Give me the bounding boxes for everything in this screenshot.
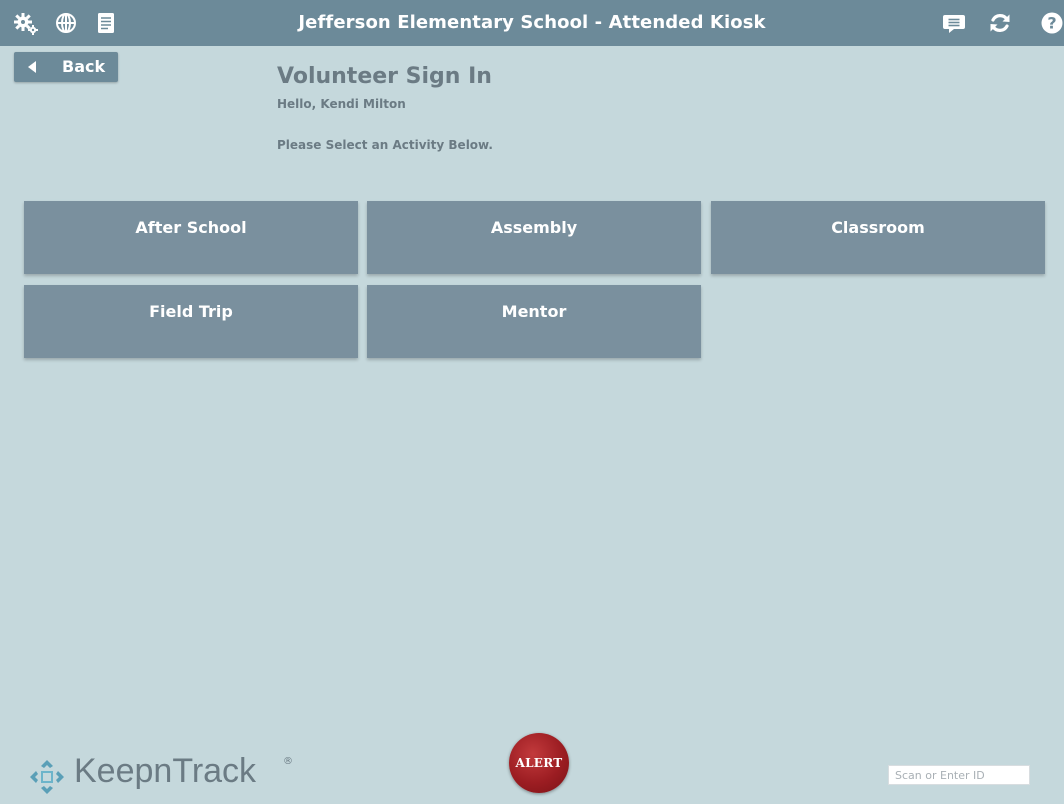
help-icon[interactable]: ? — [1038, 9, 1064, 37]
svg-text:?: ? — [1047, 14, 1056, 33]
logo-text: KeepnTrack — [74, 752, 257, 790]
activity-tile-label: After School — [135, 218, 247, 237]
activity-tile-label: Mentor — [501, 302, 567, 321]
alert-button[interactable]: ALERT — [509, 733, 569, 793]
scan-id-input[interactable] — [888, 765, 1030, 785]
back-arrow-icon — [28, 61, 36, 73]
logo-trademark: ® — [283, 756, 293, 767]
greeting-text: Hello, Kendi Milton — [277, 97, 406, 111]
activity-tile-assembly[interactable]: Assembly — [367, 201, 701, 274]
activity-tile-mentor[interactable]: Mentor — [367, 285, 701, 358]
page-header-title: Jefferson Elementary School - Attended K… — [298, 12, 766, 33]
activity-tile-label: Field Trip — [149, 302, 233, 321]
activity-tile-field-trip[interactable]: Field Trip — [24, 285, 358, 358]
page-title: Volunteer Sign In — [277, 64, 492, 89]
refresh-icon[interactable] — [986, 9, 1014, 37]
top-bar: Jefferson Elementary School - Attended K… — [0, 0, 1064, 46]
activity-tile-after-school[interactable]: After School — [24, 201, 358, 274]
message-icon[interactable] — [940, 9, 968, 37]
back-button[interactable]: Back — [14, 52, 118, 82]
instruction-text: Please Select an Activity Below. — [277, 138, 493, 152]
activity-tile-classroom[interactable]: Classroom — [711, 201, 1045, 274]
keepntrack-logo-icon — [30, 760, 64, 794]
alert-button-label: ALERT — [515, 756, 563, 770]
activity-tile-label: Assembly — [490, 218, 578, 237]
activity-tile-label: Classroom — [831, 218, 925, 237]
back-button-label: Back — [62, 57, 106, 76]
